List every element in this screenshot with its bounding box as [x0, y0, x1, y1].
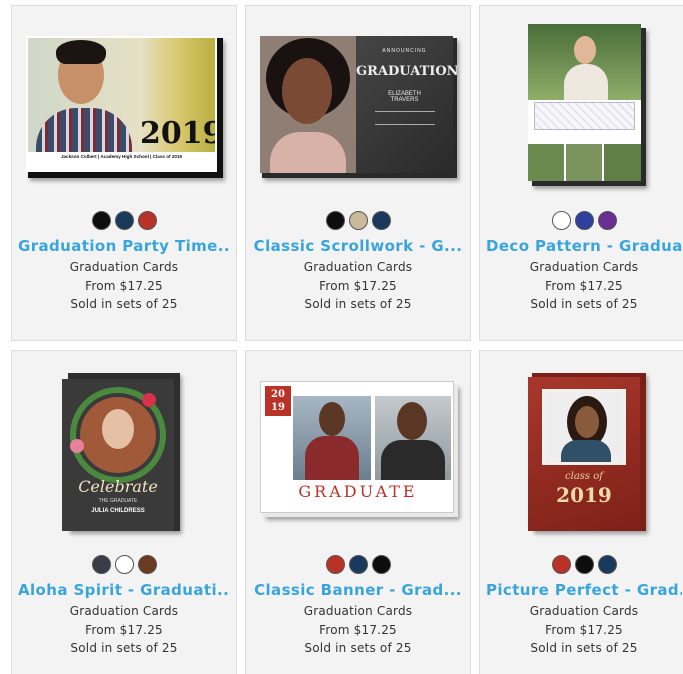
color-swatch[interactable] — [348, 211, 368, 230]
photo-left — [293, 396, 371, 480]
color-swatches — [12, 211, 236, 230]
color-swatch[interactable] — [574, 211, 594, 230]
product-set-size: Sold in sets of 25 — [304, 297, 412, 311]
product-price: From $17.25 — [85, 278, 163, 293]
product-details: Graduation Cards From $17.25 Sold in set… — [246, 602, 470, 658]
color-swatch[interactable] — [371, 555, 391, 574]
color-swatches — [12, 555, 236, 574]
product-details: Graduation Cards From $17.25 Sold in set… — [12, 602, 236, 658]
deco-pattern-band — [534, 102, 635, 130]
product-details: Graduation Cards From $17.25 Sold in set… — [480, 602, 683, 658]
color-swatch[interactable] — [371, 211, 391, 230]
product-title[interactable]: Classic Banner - Grad... — [252, 581, 464, 599]
year-text: 2019 — [556, 483, 612, 507]
product-card-graduation-party-time[interactable]: 2019 Jackson Colbert | Academy High Scho… — [11, 5, 237, 341]
card-text-panel: ANNOUNCING GRADUATION ELIZABETH TRAVERS — [356, 36, 459, 173]
color-swatch[interactable] — [348, 555, 368, 574]
product-category: Graduation Cards — [303, 260, 413, 274]
color-swatches — [246, 211, 470, 230]
script-text: class of — [565, 471, 603, 482]
product-price: From $17.25 — [85, 622, 163, 637]
year-badge: 20 19 — [265, 386, 291, 416]
product-set-size: Sold in sets of 25 — [70, 641, 178, 655]
product-price: From $17.25 — [545, 278, 623, 293]
color-swatch[interactable] — [114, 211, 134, 230]
product-card-aloha-spirit[interactable]: Celebrate THE GRADUATE JULIA CHILDRESS A… — [11, 350, 237, 674]
color-swatches — [480, 555, 683, 574]
card-preview-front: 20 19 GRADUATE — [260, 381, 454, 513]
product-card-deco-pattern[interactable]: Deco Pattern - Gradua... Graduation Card… — [479, 5, 683, 341]
script-text: Celebrate — [78, 477, 158, 496]
headline-text: GRADUATION — [356, 64, 459, 79]
product-title[interactable]: Classic Scrollwork - G... — [252, 237, 464, 255]
product-card-classic-scrollwork[interactable]: ANNOUNCING GRADUATION ELIZABETH TRAVERS … — [245, 5, 471, 341]
product-set-size: Sold in sets of 25 — [304, 641, 412, 655]
caption-text: Jackson Colbert | Academy High School | … — [60, 154, 183, 159]
product-set-size: Sold in sets of 25 — [530, 641, 638, 655]
product-card-classic-banner[interactable]: 20 19 GRADUATE Classic Banner - Grad... … — [245, 350, 471, 674]
card-preview-front: 2019 Jackson Colbert | Academy High Scho… — [26, 36, 217, 172]
color-swatches — [480, 211, 683, 230]
product-details: Graduation Cards From $17.25 Sold in set… — [12, 258, 236, 314]
product-thumbnail[interactable]: 20 19 GRADUATE — [246, 351, 470, 546]
product-category: Graduation Cards — [529, 604, 639, 618]
product-title[interactable]: Picture Perfect - Grad... — [486, 581, 682, 599]
card-preview-front: Celebrate THE GRADUATE JULIA CHILDRESS — [62, 379, 174, 531]
product-details: Graduation Cards From $17.25 Sold in set… — [480, 258, 683, 314]
color-swatch[interactable] — [114, 555, 134, 574]
product-price: From $17.25 — [545, 622, 623, 637]
color-swatch[interactable] — [325, 211, 345, 230]
product-title[interactable]: Aloha Spirit - Graduati... — [18, 581, 230, 599]
color-swatch[interactable] — [597, 555, 617, 574]
product-thumbnail[interactable]: 2019 Jackson Colbert | Academy High Scho… — [12, 6, 236, 201]
photo — [542, 389, 626, 465]
product-title[interactable]: Graduation Party Time... — [18, 237, 230, 255]
product-category: Graduation Cards — [69, 604, 179, 618]
color-swatch[interactable] — [325, 555, 345, 574]
color-swatch[interactable] — [551, 211, 571, 230]
color-swatch[interactable] — [597, 211, 617, 230]
color-swatch[interactable] — [91, 555, 111, 574]
product-thumbnail[interactable]: Celebrate THE GRADUATE JULIA CHILDRESS — [12, 351, 236, 546]
product-thumbnail[interactable]: ANNOUNCING GRADUATION ELIZABETH TRAVERS — [246, 6, 470, 201]
product-set-size: Sold in sets of 25 — [530, 297, 638, 311]
product-category: Graduation Cards — [69, 260, 179, 274]
color-swatch[interactable] — [551, 555, 571, 574]
product-thumbnail[interactable] — [480, 6, 683, 201]
name-text: JULIA CHILDRESS — [91, 508, 145, 514]
subheading-text: THE GRADUATE — [98, 498, 138, 504]
photo: 2019 — [28, 38, 215, 152]
headline-text: GRADUATE — [298, 482, 418, 501]
product-price: From $17.25 — [319, 622, 397, 637]
year-badge-top: 20 — [271, 389, 285, 400]
announcing-text: ANNOUNCING — [382, 48, 427, 54]
color-swatch[interactable] — [137, 211, 157, 230]
photo-right — [375, 396, 451, 480]
product-set-size: Sold in sets of 25 — [70, 297, 178, 311]
name-line-2: TRAVERS — [390, 97, 419, 103]
year-text: 2019 — [140, 116, 215, 151]
card-preview-front: class of 2019 — [528, 377, 640, 531]
card-preview-front: ANNOUNCING GRADUATION ELIZABETH TRAVERS — [260, 36, 459, 173]
photo — [260, 36, 356, 173]
product-thumbnail[interactable]: class of 2019 — [480, 351, 683, 546]
card-preview-front — [528, 24, 641, 181]
photo — [528, 24, 641, 100]
product-category: Graduation Cards — [303, 604, 413, 618]
product-details: Graduation Cards From $17.25 Sold in set… — [246, 258, 470, 314]
color-swatch[interactable] — [574, 555, 594, 574]
color-swatches — [246, 555, 470, 574]
year-badge-bottom: 19 — [271, 402, 285, 413]
color-swatch[interactable] — [91, 211, 111, 230]
product-price: From $17.25 — [319, 278, 397, 293]
product-card-picture-perfect[interactable]: class of 2019 Picture Perfect - Grad... … — [479, 350, 683, 674]
product-category: Graduation Cards — [529, 260, 639, 274]
color-swatch[interactable] — [137, 555, 157, 574]
product-title[interactable]: Deco Pattern - Gradua... — [486, 237, 682, 255]
